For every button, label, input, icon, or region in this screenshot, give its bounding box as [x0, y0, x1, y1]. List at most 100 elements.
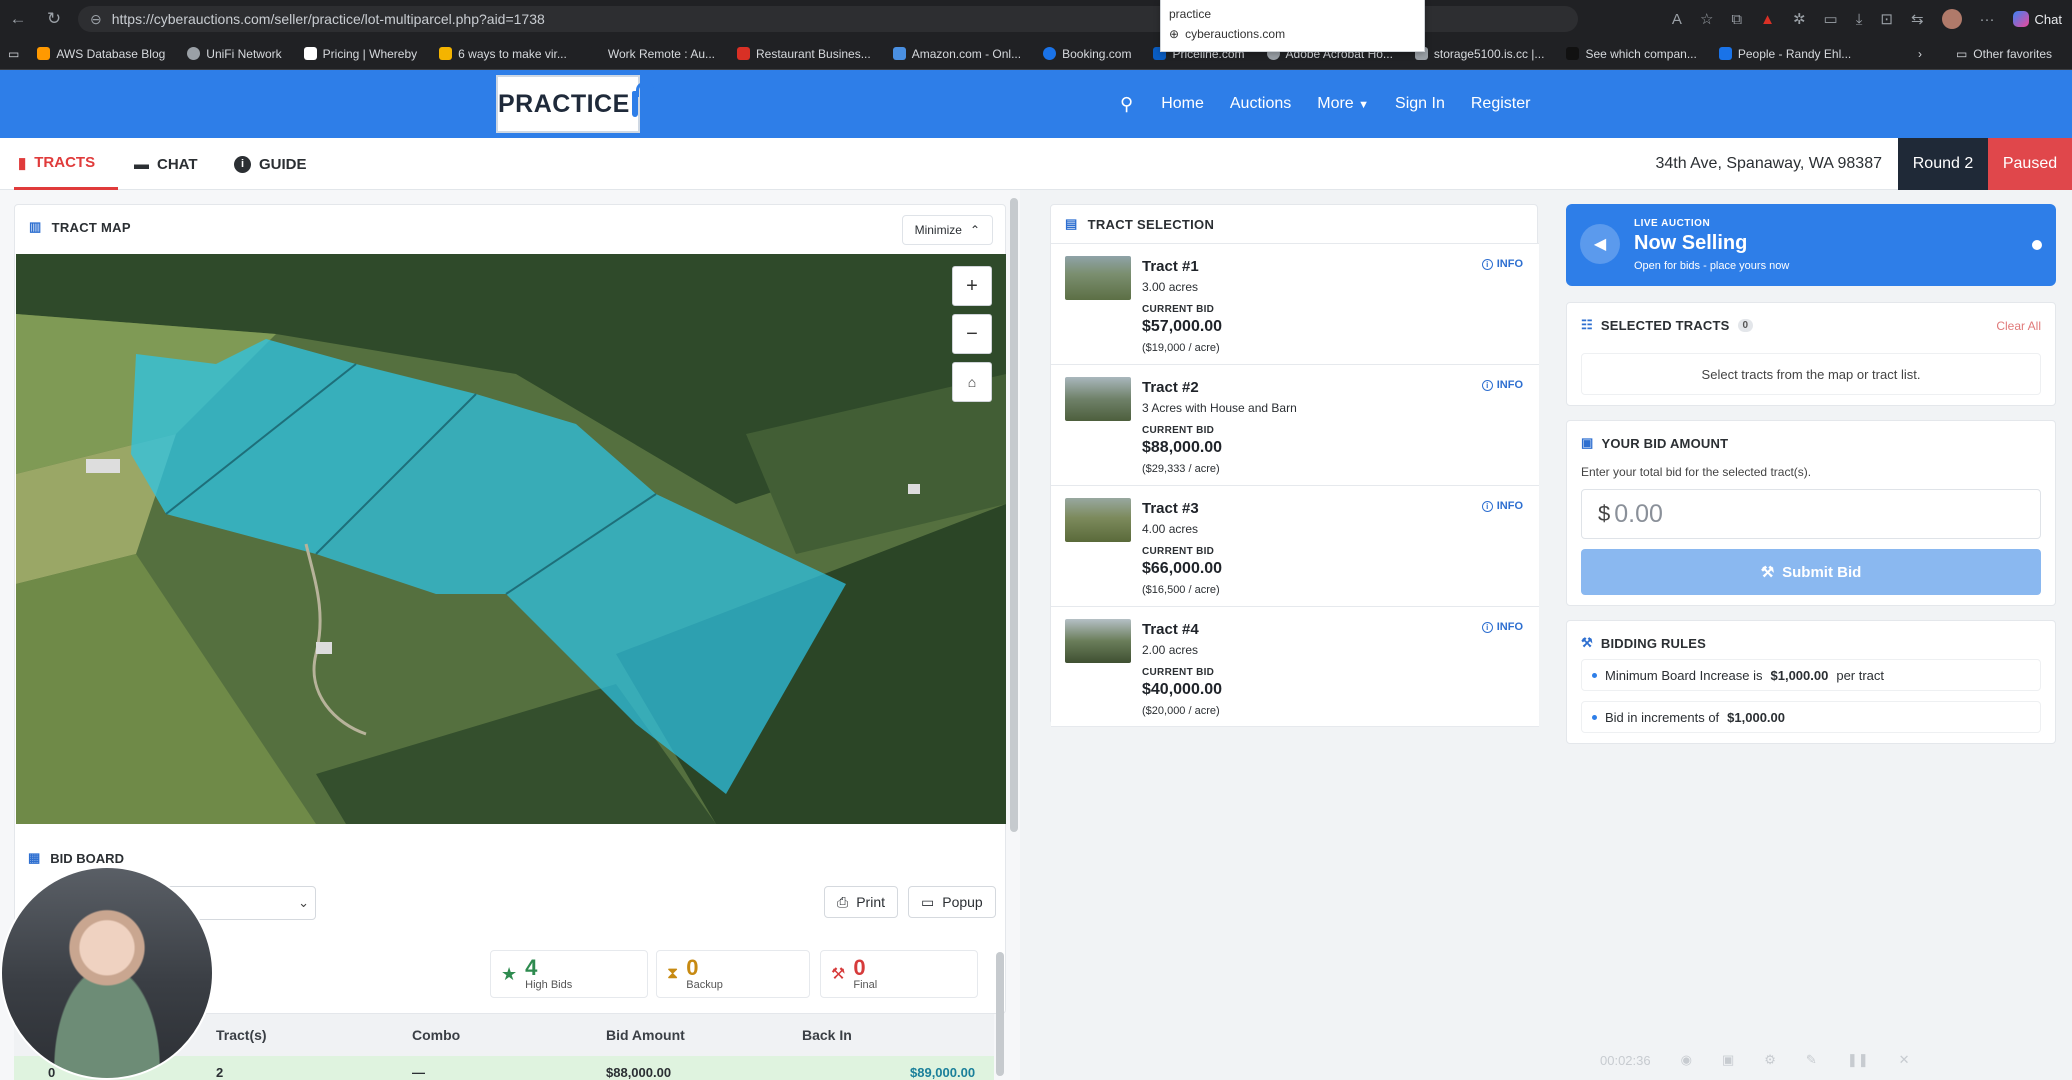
bookmark-item[interactable]: 6 ways to make vir...: [439, 47, 567, 61]
pdf-icon[interactable]: ▲: [1760, 11, 1775, 28]
tab-guide[interactable]: i GUIDE: [234, 138, 307, 190]
zoom-in-button[interactable]: +: [952, 266, 992, 306]
bookmark-favicon: [1566, 47, 1580, 60]
address-suggestions: practice ⊕ cyberauctions.com: [1160, 0, 1425, 52]
read-aloud-icon[interactable]: A: [1672, 11, 1682, 28]
pen-icon[interactable]: ✎: [1806, 1052, 1817, 1068]
bookmark-item[interactable]: See which compan...: [1566, 47, 1697, 61]
tract-name: Tract #4: [1142, 621, 1199, 638]
nav-auctions[interactable]: Auctions: [1230, 95, 1291, 113]
row-combo: —: [412, 1065, 425, 1080]
download-icon[interactable]: ⤓: [1856, 11, 1863, 28]
popup-button[interactable]: ▭ Popup: [908, 886, 996, 918]
tab-tracts[interactable]: ▮ TRACTS: [14, 138, 118, 190]
now-selling-title: Now Selling: [1634, 232, 1748, 254]
high-bids-label: High Bids: [525, 979, 573, 991]
tract-desc: 3 Acres with House and Barn: [1142, 401, 1297, 415]
current-bid-label: CURRENT BID: [1142, 425, 1215, 436]
profile-avatar[interactable]: [1941, 9, 1962, 29]
bookmark-favicon: [892, 47, 906, 60]
bookmark-item[interactable]: Amazon.com - Onl...: [892, 47, 1021, 61]
tract-info-button[interactable]: i INFO: [1481, 379, 1523, 391]
tract-item[interactable]: Tract #4 2.00 acres CURRENT BID $40,000.…: [1051, 606, 1539, 727]
tract-info-button[interactable]: i INFO: [1481, 500, 1523, 512]
bid-board-scrollbar[interactable]: [996, 952, 1004, 1076]
reload-icon[interactable]: ↻: [36, 9, 72, 29]
back-icon[interactable]: ←: [0, 9, 36, 29]
info-icon: i: [1481, 621, 1493, 633]
per-acre: ($16,500 / acre): [1142, 584, 1220, 596]
bookmark-favicon: [1718, 47, 1732, 60]
minimize-button[interactable]: Minimize ⌃: [901, 215, 993, 245]
share-icon[interactable]: ⇆: [1911, 10, 1924, 28]
suggestion-query[interactable]: practice: [1161, 0, 1424, 21]
mic-icon[interactable]: ◉: [1681, 1052, 1692, 1068]
browser-actions: A ☆ ⧉ ▲ ✲ ▭ ⤓ ⊡ ⇆ ··· Chat: [1672, 0, 2062, 38]
chevron-right-icon[interactable]: ›: [1918, 47, 1922, 61]
bookmark-item[interactable]: Pricing | Whereby: [303, 47, 417, 61]
bookmark-item[interactable]: Restaurant Busines...: [737, 47, 871, 61]
puzzle-icon[interactable]: ✲: [1793, 10, 1806, 28]
home-view-button[interactable]: ⌂: [952, 362, 992, 402]
screenshot-icon[interactable]: ⊡: [1880, 10, 1893, 28]
col-combo: Combo: [412, 1027, 461, 1043]
row-amount: $88,000.00: [606, 1065, 672, 1080]
round-badge: Round 2: [1898, 138, 1988, 190]
col-bid-amount: Bid Amount: [606, 1027, 685, 1043]
nav-more[interactable]: More ▼: [1317, 95, 1369, 113]
tract-info-button[interactable]: i INFO: [1481, 258, 1523, 270]
favorite-star-icon[interactable]: ☆: [1700, 10, 1713, 28]
col-tracts: Tract(s): [216, 1027, 267, 1043]
info-circle-icon: i: [234, 155, 251, 173]
clear-all-link[interactable]: Clear All: [1996, 319, 2041, 333]
other-favorites[interactable]: ▭ Other favorites: [1956, 47, 2052, 61]
copilot-chat-button[interactable]: Chat: [2012, 11, 2062, 27]
bid-amount-input[interactable]: $ 0.00: [1581, 489, 2041, 539]
tract-map[interactable]: + − ⌂: [16, 254, 1006, 824]
settings-icon[interactable]: ⚙: [1764, 1052, 1776, 1068]
print-button[interactable]: ⎙ Print: [824, 886, 898, 918]
per-acre: ($29,333 / acre): [1142, 463, 1220, 475]
bookmark-item[interactable]: AWS Database Blog: [37, 47, 165, 61]
per-acre: ($20,000 / acre): [1142, 705, 1220, 717]
tract-item[interactable]: Tract #1 3.00 acres CURRENT BID $57,000.…: [1051, 243, 1539, 364]
bookmark-item[interactable]: Booking.com: [1043, 47, 1131, 61]
stat-high-bids: ★ 4 High Bids: [490, 950, 648, 998]
bookmark-item[interactable]: UniFi Network: [187, 47, 282, 61]
live-auction-banner: ◀ LIVE AUCTION Now Selling Open for bids…: [1566, 204, 2056, 286]
extension-icon[interactable]: ⧉: [1731, 11, 1742, 28]
tract-info-button[interactable]: i INFO: [1481, 621, 1523, 633]
left-scrollbar[interactable]: [1010, 198, 1018, 832]
tab-chat[interactable]: ▬ CHAT: [134, 138, 198, 190]
site-info-icon[interactable]: ⊖: [90, 11, 102, 28]
high-bids-count: 4: [525, 955, 538, 980]
more-menu-icon[interactable]: ···: [1980, 11, 1995, 28]
suggestion-item[interactable]: ⊕ cyberauctions.com: [1161, 21, 1424, 41]
search-icon[interactable]: ⚲: [1120, 94, 1133, 115]
live-indicator-dot: [2032, 240, 2042, 250]
checklist-icon: ☷: [1581, 317, 1593, 332]
nav-sign-in[interactable]: Sign In: [1395, 95, 1445, 113]
bookmark-item[interactable]: People - Randy Ehl...: [1718, 47, 1851, 61]
cast-icon[interactable]: ▭: [1824, 10, 1838, 28]
nav-home[interactable]: Home: [1161, 95, 1204, 113]
col-back-in: Back In: [802, 1027, 852, 1043]
nav-register[interactable]: Register: [1471, 95, 1531, 113]
camera-icon[interactable]: ▣: [1722, 1052, 1734, 1068]
close-icon[interactable]: ✕: [1899, 1052, 1910, 1068]
bookmark-favicon: [303, 47, 317, 60]
zoom-out-button[interactable]: −: [952, 314, 992, 354]
map-icon: ▮: [18, 154, 27, 172]
bid-board-header: ▦ BID BOARD: [28, 850, 124, 866]
bookmark-menu-icon[interactable]: ▭: [8, 47, 19, 61]
tract-item[interactable]: Tract #3 4.00 acres CURRENT BID $66,000.…: [1051, 485, 1539, 606]
site-logo[interactable]: PRACTICE: [496, 75, 655, 133]
tract-name: Tract #1: [1142, 258, 1199, 275]
tract-item[interactable]: Tract #2 3 Acres with House and Barn CUR…: [1051, 364, 1539, 485]
pause-icon[interactable]: ❚❚: [1847, 1052, 1869, 1068]
bookmark-item[interactable]: Work Remote : Au...: [588, 47, 715, 61]
selected-empty-state: Select tracts from the map or tract list…: [1581, 353, 2041, 395]
submit-bid-button[interactable]: ⚒ Submit Bid: [1581, 549, 2041, 595]
bookmark-item[interactable]: storage5100.is.cc |...: [1414, 47, 1544, 61]
live-subtitle: Open for bids - place yours now: [1634, 260, 1790, 272]
